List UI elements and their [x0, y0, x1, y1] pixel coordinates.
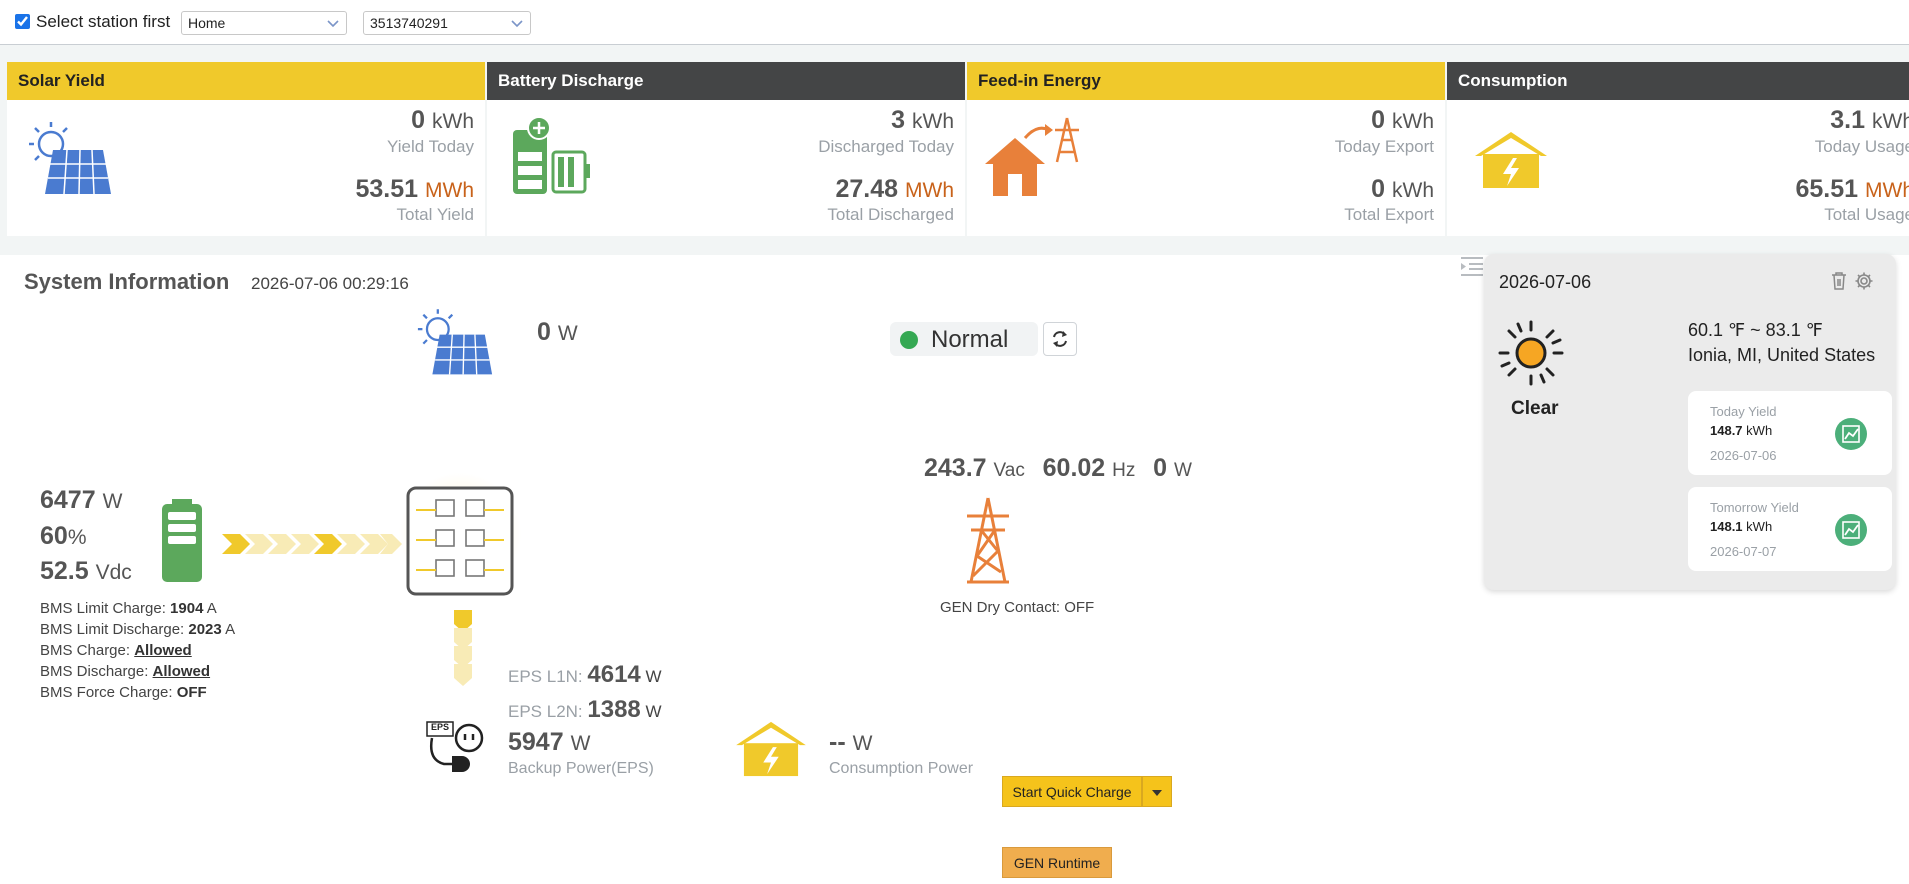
sun-clear-icon: [1498, 320, 1564, 386]
feed-in-energy-card: Feed-in Energy 0 kWh Today Export 0 kWh …: [967, 62, 1445, 236]
card-title: Solar Yield: [7, 62, 485, 100]
today-usage-value: 3.1 kWh: [1830, 106, 1909, 134]
tomorrow-yield-date: 2026-07-07: [1710, 544, 1777, 559]
bms-charge-link[interactable]: Allowed: [134, 642, 192, 659]
bms-discharge: BMS Discharge: Allowed: [40, 663, 211, 680]
battery-discharge-card: Battery Discharge 3 kWh Discharged Today…: [487, 62, 965, 236]
select-station-checkbox[interactable]: [15, 14, 30, 29]
weather-condition: Clear: [1511, 398, 1559, 419]
chevron-down-icon: [511, 20, 523, 28]
tomorrow-yield-card: Tomorrow Yield 148.1 kWh 2026-07-07: [1688, 487, 1892, 571]
device-select[interactable]: 3513740291: [363, 11, 531, 35]
total-yield-label: Total Yield: [396, 205, 475, 224]
today-export-label: Today Export: [1334, 137, 1434, 156]
total-usage-value: 65.51 MWh: [1795, 175, 1909, 203]
status-text: Normal: [931, 326, 1009, 353]
consumption-power-label: Consumption Power: [829, 760, 974, 777]
chevron-down-icon: [327, 20, 339, 28]
consumption-power: -- W: [829, 728, 873, 756]
list-menu-icon[interactable]: [1459, 255, 1485, 277]
pv-power: 0 W: [537, 318, 578, 346]
card-title: Consumption: [1447, 62, 1909, 100]
today-export-value: 0 kWh: [1371, 106, 1434, 134]
tomorrow-yield-label: Tomorrow Yield: [1710, 500, 1799, 515]
status-dot: [900, 331, 918, 349]
weather-location: Ionia, MI, United States: [1688, 345, 1876, 365]
yield-today-value: 0 kWh: [411, 106, 474, 134]
total-discharged-value: 27.48 MWh: [835, 175, 954, 203]
quick-charge-dropdown-button[interactable]: [1142, 776, 1172, 807]
bms-charge: BMS Charge: Allowed: [40, 642, 192, 659]
quick-charge-group: Start Quick Charge: [1002, 776, 1172, 807]
battery-flow-arrows: [222, 534, 402, 554]
house-lightning-icon: [1475, 132, 1547, 188]
battery-power: 6477 W: [40, 486, 123, 514]
grid-power: 0 W: [1153, 454, 1192, 482]
eps-badge: EPS: [430, 722, 449, 732]
solar-yield-card: Solar Yield 0 kWh Yield Today 53.51 MWh …: [7, 62, 485, 236]
battery-voltage: 52.5 Vdc: [40, 557, 132, 585]
eps-l1n: EPS L1N: 4614 W: [508, 661, 662, 688]
battery-soc: 60%: [40, 522, 87, 550]
refresh-icon: [1053, 331, 1067, 347]
station-select[interactable]: Home: [181, 11, 347, 35]
backup-power: 5947 W: [508, 728, 591, 756]
eps-flow-arrows: [454, 610, 472, 686]
start-quick-charge-button[interactable]: Start Quick Charge: [1002, 776, 1142, 807]
battery-discharge-icon: [513, 116, 590, 194]
station-select-value: Home: [188, 15, 226, 31]
device-select-value: 3513740291: [370, 15, 448, 31]
chart-icon[interactable]: [1834, 513, 1868, 547]
chart-icon[interactable]: [1834, 417, 1868, 451]
system-status-badge: Normal: [890, 322, 1038, 356]
gen-dry-contact: GEN Dry Contact: OFF: [940, 599, 1095, 616]
consumption-card: Consumption 3.1 kWh Today Usage 65.51 MW…: [1447, 62, 1909, 236]
house-export-icon: [985, 117, 1079, 196]
weather-card: 2026-07-06 Clear 60.1 ℉ ~ 83.1 ℉ Ionia, …: [1484, 254, 1896, 590]
refresh-button[interactable]: [1043, 322, 1077, 356]
bms-force-charge: BMS Force Charge: OFF: [40, 684, 207, 701]
eps-l2n: EPS L2N: 1388 W: [508, 696, 662, 723]
backup-power-label: Backup Power(EPS): [508, 760, 654, 777]
bms-limit-charge: BMS Limit Charge: 1904 A: [40, 600, 217, 617]
today-usage-label: Today Usage: [1814, 137, 1909, 156]
today-yield-value: 148.7 kWh: [1710, 423, 1773, 438]
tomorrow-yield-value: 148.1 kWh: [1710, 519, 1773, 534]
discharged-today-label: Discharged Today: [818, 137, 954, 156]
bms-discharge-link[interactable]: Allowed: [153, 663, 211, 680]
caret-down-icon: [1152, 789, 1162, 796]
bms-limit-discharge: BMS Limit Discharge: 2023 A: [40, 621, 236, 638]
house-lightning-icon: [736, 721, 806, 777]
inverter-icon[interactable]: [406, 486, 516, 596]
grid-tower-icon: [967, 497, 1009, 584]
solar-panel-icon: [417, 309, 493, 375]
system-information-title: System Information: [24, 269, 230, 294]
solar-panel-icon: [29, 122, 111, 195]
today-yield-date: 2026-07-06: [1710, 448, 1777, 463]
select-station-label: Select station first: [36, 12, 171, 31]
temperature-range: 60.1 ℉ ~ 83.1 ℉: [1688, 320, 1823, 340]
gen-runtime-button[interactable]: GEN Runtime: [1002, 847, 1112, 878]
total-usage-label: Total Usage: [1824, 205, 1909, 224]
card-title: Battery Discharge: [487, 62, 965, 100]
system-timestamp: 2026-07-06 00:29:16: [251, 274, 409, 293]
trash-icon[interactable]: [1830, 271, 1848, 291]
today-yield-label: Today Yield: [1710, 404, 1777, 419]
discharged-today-value: 3 kWh: [891, 106, 954, 134]
grid-voltage: 243.7 Vac: [924, 454, 1025, 482]
total-discharged-label: Total Discharged: [827, 205, 954, 224]
battery-icon: [162, 499, 202, 582]
grid-frequency: 60.02 Hz: [1042, 454, 1136, 482]
weather-date: 2026-07-06: [1499, 272, 1592, 292]
yield-today-label: Yield Today: [387, 137, 474, 156]
total-yield-value: 53.51 MWh: [355, 175, 474, 203]
gear-icon[interactable]: [1854, 271, 1874, 291]
today-yield-card: Today Yield 148.7 kWh 2026-07-06: [1688, 391, 1892, 475]
total-export-label: Total Export: [1344, 205, 1434, 224]
grid-readings: 243.7 Vac 60.02 Hz 0 W: [924, 454, 1192, 483]
card-title: Feed-in Energy: [967, 62, 1445, 100]
total-export-value: 0 kWh: [1371, 175, 1434, 203]
